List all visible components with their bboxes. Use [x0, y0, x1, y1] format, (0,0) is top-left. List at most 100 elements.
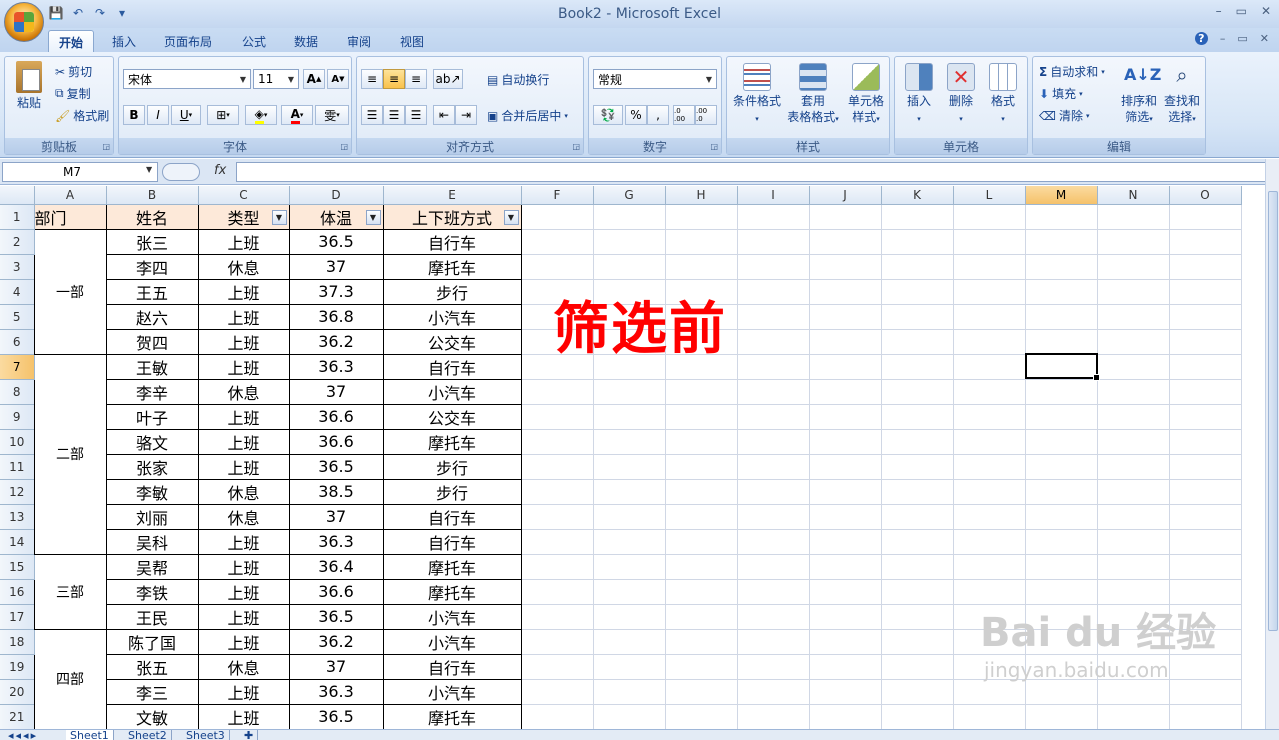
empty-cell[interactable] [809, 404, 882, 430]
copy-button[interactable]: ⧉ 复制 [55, 85, 91, 102]
row-header[interactable]: 20 [0, 679, 35, 705]
empty-cell[interactable] [593, 404, 666, 430]
commute-cell[interactable]: 摩托车 [382, 703, 522, 730]
fill-button[interactable]: ⬇ 填充 ▾ [1039, 85, 1083, 102]
undo-icon[interactable]: ↶ [70, 5, 86, 21]
empty-cell[interactable] [1025, 204, 1098, 230]
type-cell[interactable]: 休息 [197, 503, 290, 530]
empty-cell[interactable] [1025, 554, 1098, 580]
close-button[interactable]: ✕ [1261, 4, 1271, 18]
sheet-tab-1[interactable]: Sheet1 [66, 730, 114, 740]
department-cell[interactable]: 一部 [33, 228, 107, 355]
decrease-decimal-button[interactable]: .00 .0 [695, 105, 717, 125]
empty-cell[interactable] [881, 379, 954, 405]
empty-cell[interactable] [737, 279, 810, 305]
empty-cell[interactable] [593, 704, 666, 730]
align-middle-button[interactable]: ≡ [383, 69, 405, 89]
empty-cell[interactable] [737, 529, 810, 555]
empty-cell[interactable] [1169, 354, 1242, 380]
empty-cell[interactable] [881, 479, 954, 505]
merge-center-button[interactable]: ▣ 合并后居中 ▾ [487, 107, 568, 124]
empty-cell[interactable] [1169, 279, 1242, 305]
type-cell[interactable]: 上班 [197, 453, 290, 480]
empty-cell[interactable] [593, 504, 666, 530]
empty-cell[interactable] [881, 354, 954, 380]
row-header[interactable]: 13 [0, 504, 35, 530]
empty-cell[interactable] [521, 529, 594, 555]
type-cell[interactable]: 上班 [197, 228, 290, 255]
empty-cell[interactable] [521, 454, 594, 480]
empty-cell[interactable] [953, 229, 1026, 255]
insert-function-icon[interactable]: fx [214, 163, 226, 178]
number-format-select[interactable]: 常规 ▼ [593, 69, 717, 89]
name-cell[interactable]: 陈了国 [105, 628, 199, 655]
empty-cell[interactable] [665, 629, 738, 655]
empty-cell[interactable] [737, 429, 810, 455]
currency-button[interactable]: 💱 [593, 105, 623, 125]
empty-cell[interactable] [1097, 204, 1170, 230]
empty-cell[interactable] [881, 579, 954, 605]
row-header[interactable]: 17 [0, 604, 35, 630]
empty-cell[interactable] [665, 679, 738, 705]
type-cell[interactable]: 休息 [197, 253, 290, 280]
empty-cell[interactable] [737, 654, 810, 680]
empty-cell[interactable] [1169, 554, 1242, 580]
empty-cell[interactable] [521, 254, 594, 280]
commute-cell[interactable]: 步行 [382, 278, 522, 305]
row-header[interactable]: 8 [0, 379, 35, 405]
empty-cell[interactable] [1097, 379, 1170, 405]
row-header[interactable]: 12 [0, 479, 35, 505]
temp-cell[interactable]: 37 [288, 253, 384, 280]
empty-cell[interactable] [521, 404, 594, 430]
empty-cell[interactable] [809, 654, 882, 680]
row-header[interactable]: 10 [0, 429, 35, 455]
commute-cell[interactable]: 公交车 [382, 328, 522, 355]
empty-cell[interactable] [1097, 304, 1170, 330]
empty-cell[interactable] [809, 704, 882, 730]
commute-cell[interactable]: 公交车 [382, 403, 522, 430]
empty-cell[interactable] [665, 704, 738, 730]
commute-cell[interactable]: 自行车 [382, 228, 522, 255]
office-button[interactable] [4, 2, 44, 42]
empty-cell[interactable] [737, 504, 810, 530]
temp-cell[interactable]: 36.3 [288, 678, 384, 705]
row-header[interactable]: 4 [0, 279, 35, 305]
empty-cell[interactable] [809, 629, 882, 655]
column-header-f[interactable]: F [521, 186, 594, 205]
empty-cell[interactable] [809, 354, 882, 380]
align-center-button[interactable]: ☰ [383, 105, 405, 125]
empty-cell[interactable] [1169, 404, 1242, 430]
empty-cell[interactable] [665, 554, 738, 580]
empty-cell[interactable] [881, 454, 954, 480]
type-cell[interactable]: 上班 [197, 628, 290, 655]
column-header-c[interactable]: C [198, 186, 290, 205]
row-header[interactable]: 5 [0, 304, 35, 330]
header-cell-type[interactable]: 类型 ▼ [197, 203, 290, 230]
empty-cell[interactable] [665, 504, 738, 530]
empty-cell[interactable] [593, 479, 666, 505]
empty-cell[interactable] [737, 304, 810, 330]
empty-cell[interactable] [737, 479, 810, 505]
empty-cell[interactable] [809, 279, 882, 305]
commute-cell[interactable]: 摩托车 [382, 578, 522, 605]
column-header-a[interactable]: A [34, 186, 107, 205]
temp-cell[interactable]: 36.3 [288, 353, 384, 380]
align-top-button[interactable]: ≡ [361, 69, 383, 89]
empty-cell[interactable] [1097, 279, 1170, 305]
empty-cell[interactable] [1097, 404, 1170, 430]
name-cell[interactable]: 李辛 [105, 378, 199, 405]
header-cell-dept[interactable]: 部门 [33, 203, 107, 230]
empty-cell[interactable] [881, 679, 954, 705]
empty-cell[interactable] [881, 604, 954, 630]
save-icon[interactable]: 💾 [48, 5, 64, 21]
redo-icon[interactable]: ↷ [92, 5, 108, 21]
type-cell[interactable]: 上班 [197, 578, 290, 605]
sheet-tab-3[interactable]: Sheet3 [182, 730, 230, 740]
empty-cell[interactable] [593, 254, 666, 280]
increase-decimal-button[interactable]: .0 .00 [673, 105, 695, 125]
empty-cell[interactable] [665, 479, 738, 505]
temp-cell[interactable]: 36.4 [288, 553, 384, 580]
paste-button[interactable]: 粘贴 [9, 61, 49, 111]
font-launcher-icon[interactable]: ◲ [340, 142, 348, 151]
font-color-button[interactable]: A ▾ [281, 105, 313, 125]
